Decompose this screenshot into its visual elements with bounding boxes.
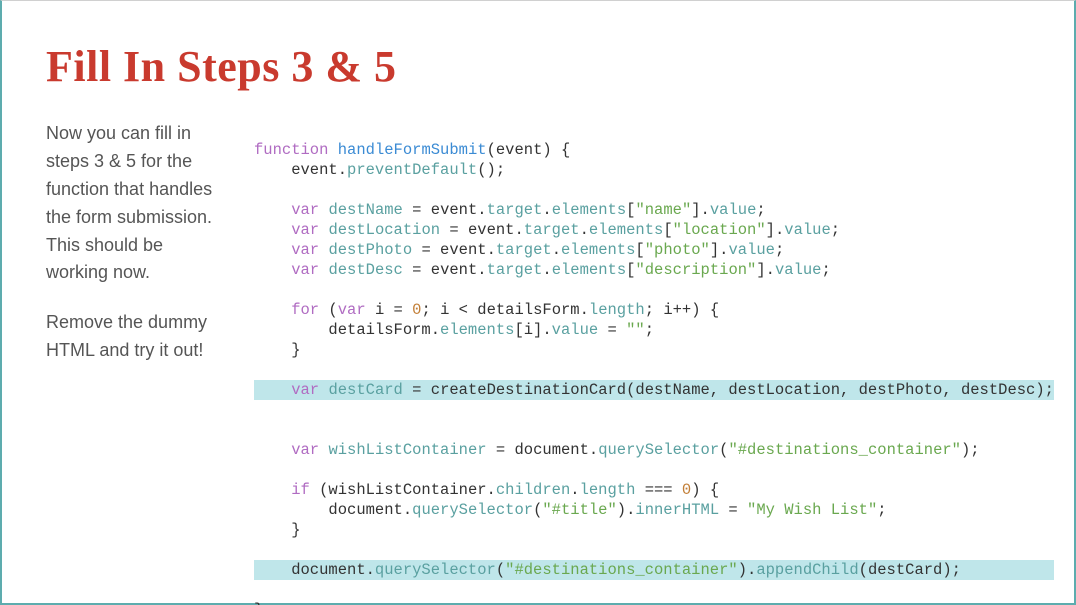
code-block: function handleFormSubmit(event) { event… bbox=[254, 120, 1034, 605]
code-line-4: var destName = event.target.elements["na… bbox=[254, 201, 766, 219]
code-line-15: var wishListContainer = document.querySe… bbox=[254, 441, 980, 459]
code-line-17: if (wishListContainer.children.length ==… bbox=[254, 481, 719, 499]
code-line-12 bbox=[254, 361, 263, 379]
code-line-5: var destLocation = event.target.elements… bbox=[254, 221, 840, 239]
code-line-21-highlighted: document.querySelector("#destinations_co… bbox=[254, 560, 1054, 580]
slide-frame: Fill In Steps 3 & 5 Now you can fill in … bbox=[0, 0, 1076, 605]
code-line-10: detailsForm.elements[i].value = ""; bbox=[254, 321, 654, 339]
intro-paragraph-1: Now you can fill in steps 3 & 5 for the … bbox=[46, 120, 224, 287]
content-columns: Now you can fill in steps 3 & 5 for the … bbox=[46, 120, 1030, 605]
code-line-3 bbox=[254, 181, 263, 199]
code-line-14 bbox=[254, 421, 263, 439]
code-line-13-highlighted: var destCard = createDestinationCard(des… bbox=[254, 380, 1054, 400]
code-line-19: } bbox=[254, 521, 301, 539]
code-line-16 bbox=[254, 461, 263, 479]
code-line-2: event.preventDefault(); bbox=[254, 161, 505, 179]
page-title: Fill In Steps 3 & 5 bbox=[46, 41, 1030, 92]
code-line-11: } bbox=[254, 341, 301, 359]
code-line-8 bbox=[254, 281, 263, 299]
description-column: Now you can fill in steps 3 & 5 for the … bbox=[46, 120, 224, 387]
code-line-18: document.querySelector("#title").innerHT… bbox=[254, 501, 887, 519]
intro-paragraph-2: Remove the dummy HTML and try it out! bbox=[46, 309, 224, 365]
code-line-1: function handleFormSubmit(event) { bbox=[254, 141, 570, 159]
code-line-9: for (var i = 0; i < detailsForm.length; … bbox=[254, 301, 719, 319]
code-line-6: var destPhoto = event.target.elements["p… bbox=[254, 241, 784, 259]
code-line-7: var destDesc = event.target.elements["de… bbox=[254, 261, 831, 279]
code-line-20 bbox=[254, 541, 263, 559]
code-line-22: } bbox=[254, 601, 263, 605]
